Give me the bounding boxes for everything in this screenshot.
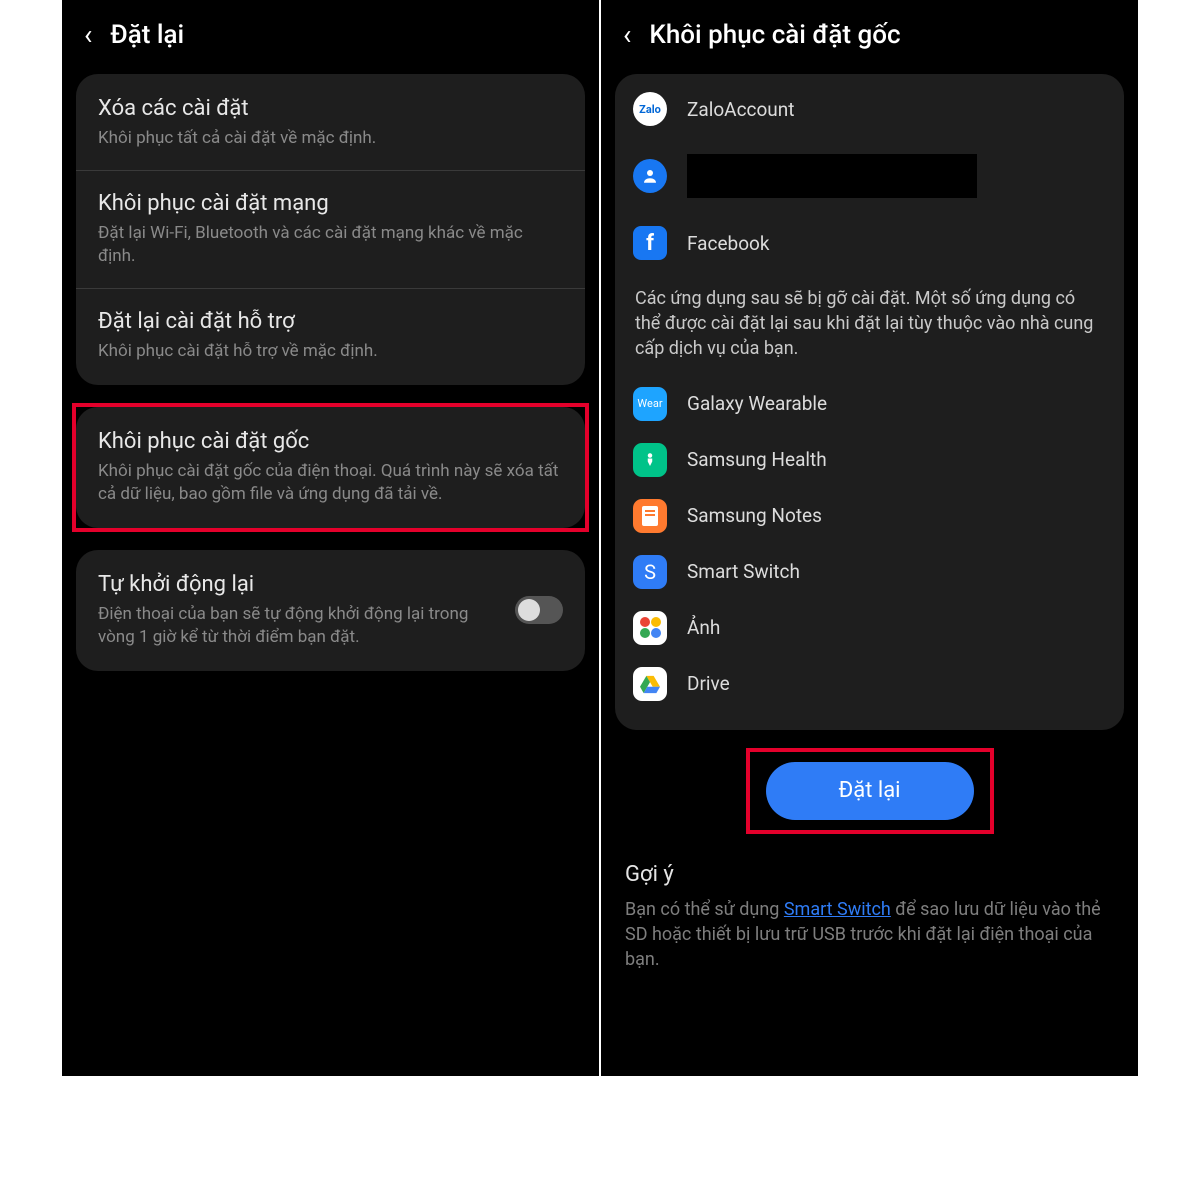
reset-all-settings[interactable]: Xóa các cài đặt Khôi phục tất cả cài đặt… — [76, 76, 585, 171]
header: ‹ Đặt lại — [62, 0, 599, 74]
wearable-icon: Wear — [633, 387, 667, 421]
app-samsung-notes: Samsung Notes — [633, 488, 1106, 544]
person-icon — [633, 159, 667, 193]
photos-icon — [633, 611, 667, 645]
app-photos: Ảnh — [633, 600, 1106, 656]
zalo-icon: Zalo — [633, 92, 667, 126]
redacted-label — [687, 154, 977, 198]
page-title: Đặt lại — [110, 20, 184, 50]
reset-button[interactable]: Đặt lại — [766, 762, 974, 820]
highlight-factory-reset: Khôi phục cài đặt gốc Khôi phục cài đặt … — [72, 403, 589, 532]
header: ‹ Khôi phục cài đặt gốc — [601, 0, 1138, 74]
page-title: Khôi phục cài đặt gốc — [649, 20, 900, 50]
factory-reset[interactable]: Khôi phục cài đặt gốc Khôi phục cài đặt … — [76, 409, 585, 526]
hint-heading: Gợi ý — [601, 834, 1138, 897]
smart-switch-icon: S — [633, 555, 667, 589]
app-samsung-health: Samsung Health — [633, 432, 1106, 488]
auto-restart-toggle[interactable] — [515, 596, 563, 624]
account-zalo: Zalo ZaloAccount — [633, 78, 1106, 140]
facebook-icon: f — [633, 226, 667, 260]
notes-icon — [633, 499, 667, 533]
back-icon[interactable]: ‹ — [623, 21, 631, 49]
app-smart-switch: S Smart Switch — [633, 544, 1106, 600]
hint-body: Bạn có thể sử dụng Smart Switch để sao l… — [601, 897, 1138, 973]
uninstall-info: Các ứng dụng sau sẽ bị gỡ cài đặt. Một s… — [633, 274, 1106, 376]
content-card: Zalo ZaloAccount f Facebook Các ứng dụng… — [615, 74, 1124, 730]
account-redacted — [633, 140, 1106, 212]
app-galaxy-wearable: Wear Galaxy Wearable — [633, 376, 1106, 432]
app-drive: Drive — [633, 656, 1106, 712]
auto-restart[interactable]: Tự khởi động lại Điện thoại của bạn sẽ t… — [76, 552, 585, 669]
reset-options-card: Xóa các cài đặt Khôi phục tất cả cài đặt… — [76, 74, 585, 385]
reset-settings-screen: ‹ Đặt lại Xóa các cài đặt Khôi phục tất … — [62, 0, 599, 1076]
account-facebook: f Facebook — [633, 212, 1106, 274]
smart-switch-link[interactable]: Smart Switch — [784, 899, 891, 920]
highlight-reset-button: Đặt lại — [746, 748, 994, 834]
health-icon — [633, 443, 667, 477]
factory-reset-screen: ‹ Khôi phục cài đặt gốc Zalo ZaloAccount… — [601, 0, 1138, 1076]
toggle-knob-icon — [518, 599, 540, 621]
drive-icon — [633, 667, 667, 701]
reset-network-settings[interactable]: Khôi phục cài đặt mạng Đặt lại Wi-Fi, Bl… — [76, 171, 585, 289]
back-icon[interactable]: ‹ — [84, 21, 92, 49]
reset-accessibility-settings[interactable]: Đặt lại cài đặt hỗ trợ Khôi phục cài đặt… — [76, 289, 585, 383]
auto-restart-card: Tự khởi động lại Điện thoại của bạn sẽ t… — [76, 550, 585, 671]
